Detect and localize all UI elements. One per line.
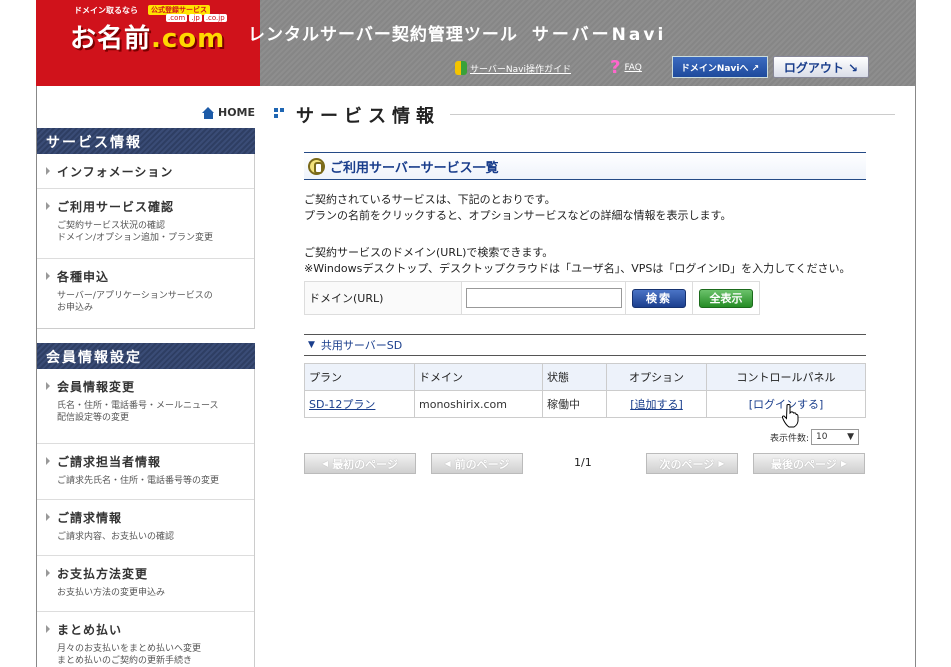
per-page-control: 表示件数: 10 ▼: [770, 429, 860, 445]
arrow-right-icon: ▶: [840, 459, 847, 468]
title-divider: [450, 114, 895, 115]
sidebar-item-billing-contact[interactable]: ご請求担当者情報 ご請求先氏名・住所・電話番号等の変更: [37, 444, 254, 500]
search-button[interactable]: 検索: [632, 288, 686, 308]
beginner-leaf-icon: [455, 60, 467, 76]
sidebar: HOME サービス情報 インフォメーション ご利用サービス確認 ご契約サービス状…: [36, 86, 260, 667]
search-label: ドメイン(URL): [305, 282, 462, 314]
sidebar-item-payment-method[interactable]: お支払方法変更 お支払い方法の変更申込み: [37, 556, 254, 612]
status-cell: 稼働中: [542, 390, 607, 418]
arrow-left-icon: ◀: [444, 459, 451, 468]
col-status: 状態: [542, 363, 607, 391]
sidebar-item-bulk-payment[interactable]: まとめ払い 月々のお支払いをまとめ払いへ変更 まとめ払いのご契約の更新手続き: [37, 612, 254, 667]
first-page-button[interactable]: ◀ 最初のページ: [304, 453, 416, 474]
search-cell: [462, 282, 626, 314]
per-page-label: 表示件数:: [770, 433, 810, 444]
per-page-select[interactable]: 10 ▼: [811, 429, 860, 445]
section-header: ご利用サーバーサービス一覧: [304, 152, 866, 180]
main-content: サービス情報 ご利用サーバーサービス一覧 ご契約されているサービスは、下記のとお…: [260, 86, 915, 667]
add-option-link[interactable]: [追加する]: [630, 398, 683, 411]
server-service-icon: [308, 157, 325, 175]
page-title: サービス情報: [274, 102, 440, 128]
sidebar-group-service: インフォメーション ご利用サービス確認 ご契約サービス状況の確認 ドメイン/オプ…: [36, 154, 255, 329]
last-page-button[interactable]: 最後のページ ▶: [753, 453, 865, 474]
app-title: レンタルサーバー契約管理ツール サーバーNavi: [248, 25, 667, 45]
col-plan: プラン: [304, 363, 415, 391]
page-border-left: [36, 86, 37, 667]
onamae-logo[interactable]: ドメイン取るなら 公式登録サービス .com .jp .co.jp お名前.com: [36, 0, 260, 86]
show-all-button[interactable]: 全表示: [699, 288, 753, 308]
domain-cell: monoshirix.com: [414, 390, 543, 418]
col-control-panel: コントロールパネル: [706, 363, 866, 391]
page-border: [915, 0, 916, 667]
intro-text: ご契約されているサービスは、下記のとおりです。 プランの名前をクリックすると、オ…: [304, 193, 732, 222]
home-link[interactable]: HOME: [202, 106, 255, 119]
search-instructions: ご契約サービスのドメイン(URL)で検索できます。 ※Windowsデスクトップ…: [304, 246, 851, 275]
plan-link[interactable]: SD-12プラン: [309, 398, 375, 411]
faq-link[interactable]: ? FAQ: [610, 57, 642, 78]
search-form: ドメイン(URL) 検索 全表示: [304, 281, 760, 315]
logo-tagline: ドメイン取るなら: [74, 6, 138, 15]
logo-wordmark: お名前.com: [70, 24, 226, 54]
sidebar-heading-service-info: サービス情報: [36, 128, 255, 154]
logout-button[interactable]: ログアウト ↘: [773, 56, 869, 78]
collapse-triangle-icon: ▼: [308, 340, 315, 350]
guide-link[interactable]: サーバーNavi操作ガイド: [455, 60, 571, 76]
sidebar-item-information[interactable]: インフォメーション: [37, 154, 254, 189]
sidebar-group-member: 会員情報変更 氏名・住所・電話番号・メールニュース 配信設定等の変更 ご請求担当…: [36, 369, 255, 667]
page-count: 1/1: [574, 456, 592, 469]
domain-search-input[interactable]: [465, 288, 622, 308]
next-page-button[interactable]: 次のページ ▶: [646, 453, 738, 474]
title-dots-icon: [274, 108, 286, 122]
prev-page-button[interactable]: ◀ 前のページ: [431, 453, 523, 474]
sidebar-item-member-info[interactable]: 会員情報変更 氏名・住所・電話番号・メールニュース 配信設定等の変更: [37, 369, 254, 444]
server-group-toggle[interactable]: ▼ 共用サーバーSD: [304, 334, 866, 356]
arrow-left-icon: ◀: [322, 459, 329, 468]
sidebar-item-billing-info[interactable]: ご請求情報 ご請求内容、お支払いの確認: [37, 500, 254, 556]
dropdown-arrow-icon: ▼: [847, 432, 855, 442]
sidebar-item-service-check[interactable]: ご利用サービス確認 ご契約サービス状況の確認 ドメイン/オプション追加・プラン変…: [37, 189, 254, 259]
table-header-row: プラン ドメイン 状態 オプション コントロールパネル: [304, 363, 866, 391]
col-domain: ドメイン: [414, 363, 543, 391]
arrow-right-icon: ▶: [718, 459, 725, 468]
domain-navi-button[interactable]: ドメインNaviへ ↗: [672, 56, 768, 78]
home-icon: [202, 106, 215, 119]
col-option: オプション: [606, 363, 707, 391]
hand-cursor-icon: [781, 404, 799, 428]
sidebar-item-applications[interactable]: 各種申込 サーバー/アプリケーションサービスの お申込み: [37, 259, 254, 329]
question-icon: ?: [610, 57, 621, 78]
sidebar-heading-member-settings: 会員情報設定: [36, 343, 255, 369]
